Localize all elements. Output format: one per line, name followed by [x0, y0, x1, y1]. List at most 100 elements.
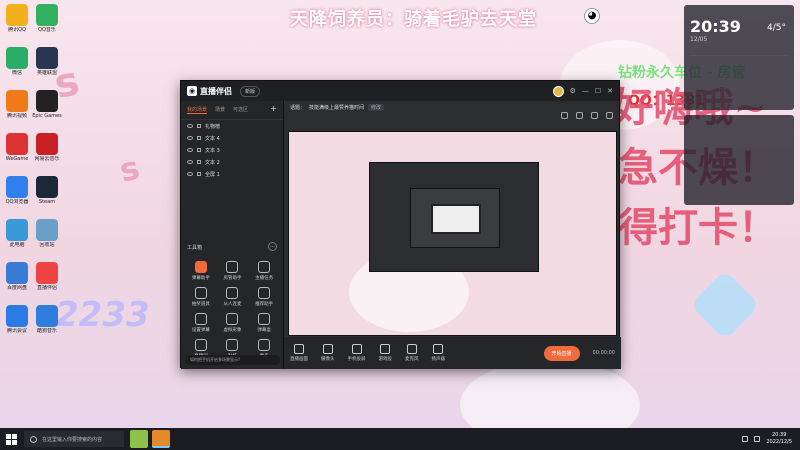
- app-icon: [36, 176, 58, 198]
- toolbox-item[interactable]: 从人连麦: [217, 287, 249, 307]
- settings-icon[interactable]: ⚙: [570, 87, 576, 95]
- live-companion-window: ◉ 直播伴侣 新版 ⚙ — ☐ ✕ 我的场景 场景 可选区 + 礼物榜 文本 4 文…: [180, 80, 621, 369]
- toolbox-item[interactable]: 弹幕助手: [185, 261, 217, 281]
- tab-optional[interactable]: 可选区: [233, 106, 248, 114]
- taskbar-app-icon[interactable]: [130, 430, 148, 448]
- lock-icon[interactable]: [197, 160, 201, 164]
- app-icon: [36, 262, 58, 284]
- desktop-icon[interactable]: QQ浏览器: [2, 176, 32, 206]
- desktop-icon[interactable]: 回收站: [32, 219, 62, 249]
- lock-icon[interactable]: [197, 172, 201, 176]
- close-icon[interactable]: ✕: [607, 87, 613, 95]
- lock-icon[interactable]: [197, 124, 201, 128]
- desktop-icon-label: 微信: [11, 70, 22, 76]
- eye-icon[interactable]: [187, 148, 193, 152]
- desktop-icon[interactable]: WeGame: [2, 133, 32, 163]
- main-area: 话题： 技能满级上最赞养猫时间 修改 直播画面 摄像头 手机投屏 游戏投 麦克风…: [284, 101, 621, 369]
- network-icon[interactable]: [742, 436, 749, 442]
- desktop-icon[interactable]: 腾讯视频: [2, 90, 32, 120]
- toolbox-item[interactable]: 设置弹幕: [185, 313, 217, 333]
- topic-edit-button[interactable]: 修改: [368, 103, 385, 111]
- taskbar-search[interactable]: 在这里输入你要搜索的内容: [24, 431, 124, 447]
- app-icon: [6, 4, 28, 26]
- tool-label: 设置弹幕: [191, 328, 210, 333]
- tab-scenes[interactable]: 场景: [215, 106, 225, 114]
- minimize-icon[interactable]: —: [582, 87, 589, 95]
- desktop-icon[interactable]: 直播伴侣: [32, 262, 62, 292]
- tab-my-scenes[interactable]: 我的场景: [187, 106, 208, 114]
- toolbox-item[interactable]: 虚拟形象: [217, 313, 249, 333]
- maximize-icon[interactable]: ☐: [595, 87, 601, 95]
- toolbox-item[interactable]: 弹幕盒: [248, 313, 280, 333]
- cat-icon: ◕: [584, 8, 600, 24]
- widget-date: 12/05: [690, 36, 708, 43]
- toolbox-more-icon[interactable]: …: [268, 242, 277, 251]
- scene-item[interactable]: 文本 4: [181, 132, 283, 144]
- stream-preview[interactable]: [288, 131, 617, 336]
- phone-cast-button[interactable]: 手机投屏: [348, 344, 366, 362]
- go-live-button[interactable]: 开始直播: [543, 345, 580, 361]
- toolbox-item[interactable]: 抽奖道具: [185, 287, 217, 307]
- preview-tool-icon[interactable]: [561, 112, 568, 119]
- toolbox-title: 工具箱: [187, 245, 203, 251]
- desktop-icon[interactable]: Steam: [32, 176, 62, 206]
- toolbox-grid: 弹幕助手房管助手主播任务抽奖道具从人连麦推荐助手设置弹幕虚拟形象弹幕盒直播间贴纸…: [185, 261, 280, 359]
- tool-icon: [258, 339, 271, 351]
- preview-tool-icon[interactable]: [591, 112, 598, 119]
- scene-item[interactable]: 文本 3: [181, 144, 283, 156]
- camera-button[interactable]: 摄像头: [321, 344, 335, 362]
- add-scene-button[interactable]: +: [270, 105, 277, 114]
- eye-icon[interactable]: [187, 124, 193, 128]
- topic-text: 技能满级上最赞养猫时间: [309, 104, 365, 111]
- desktop-icon[interactable]: Epic Games: [32, 90, 62, 120]
- desktop-icon[interactable]: 微信: [2, 47, 32, 77]
- scene-item[interactable]: 礼物榜: [181, 120, 283, 132]
- volume-icon[interactable]: [754, 436, 761, 442]
- eye-icon[interactable]: [187, 136, 193, 140]
- window-titlebar: ◉ 直播伴侣 新版 ⚙ — ☐ ✕: [181, 81, 619, 101]
- chat-panel: [684, 115, 794, 205]
- desktop-icon[interactable]: 腾讯QQ: [2, 4, 32, 34]
- desktop-icon[interactable]: 网易云音乐: [32, 133, 62, 163]
- toolbox-item[interactable]: 推荐助手: [248, 287, 280, 307]
- speaker-button[interactable]: 扬声器: [432, 344, 445, 362]
- desktop-icon[interactable]: QQ音乐: [32, 4, 62, 34]
- desktop-icon[interactable]: 英雄联盟: [32, 47, 62, 77]
- sticker-text: s: [116, 148, 143, 190]
- taskbar-app-icon[interactable]: [152, 430, 170, 448]
- desktop-icon-label: QQ浏览器: [5, 199, 29, 205]
- weather-widget: 20:39 12/05 4/5°: [684, 5, 794, 110]
- version-tag[interactable]: 新版: [240, 85, 261, 97]
- screen-capture-button[interactable]: 直播画面: [290, 344, 308, 362]
- eye-icon[interactable]: [187, 160, 193, 164]
- start-button[interactable]: [0, 428, 22, 450]
- notice-bar[interactable]: 如何把手机开启多场景显示?: [185, 355, 280, 365]
- eye-icon[interactable]: [187, 172, 193, 176]
- lock-icon[interactable]: [197, 136, 201, 140]
- tool-icon: [258, 313, 271, 325]
- avatar[interactable]: [552, 85, 564, 97]
- tool-label: 虚拟形象: [223, 328, 242, 333]
- desktop-icon-label: 腾讯QQ: [8, 27, 26, 33]
- desktop-icon[interactable]: 腾讯会议: [2, 305, 32, 335]
- toolbox-item[interactable]: 房管助手: [217, 261, 249, 281]
- tool-icon: [226, 261, 239, 273]
- scene-item[interactable]: 全屏 1: [181, 168, 283, 180]
- desktop-icon[interactable]: 此电脑: [2, 219, 32, 249]
- toolbox-item[interactable]: 主播任务: [248, 261, 280, 281]
- scene-item[interactable]: 文本 2: [181, 156, 283, 168]
- game-cast-button[interactable]: 游戏投: [379, 344, 392, 362]
- taskbar-clock[interactable]: 20:39 2022/12/5: [766, 432, 792, 446]
- desktop-icon[interactable]: 酷狗音乐: [32, 305, 62, 335]
- microphone-button[interactable]: 麦克风: [405, 344, 419, 362]
- tool-icon: [194, 261, 207, 273]
- titlebar-controls: ⚙ — ☐ ✕: [552, 85, 613, 97]
- tool-icon: [194, 287, 207, 299]
- preview-tool-icon[interactable]: [606, 112, 613, 119]
- desktop-icon[interactable]: 百度网盘: [2, 262, 32, 292]
- lock-icon[interactable]: [197, 148, 201, 152]
- scene-list: 礼物榜 文本 4 文本 3 文本 2 全屏 1: [181, 120, 283, 180]
- scene-tabs: 我的场景 场景 可选区 +: [181, 101, 283, 120]
- preview-tool-icon[interactable]: [576, 112, 583, 119]
- app-icon: [6, 133, 28, 155]
